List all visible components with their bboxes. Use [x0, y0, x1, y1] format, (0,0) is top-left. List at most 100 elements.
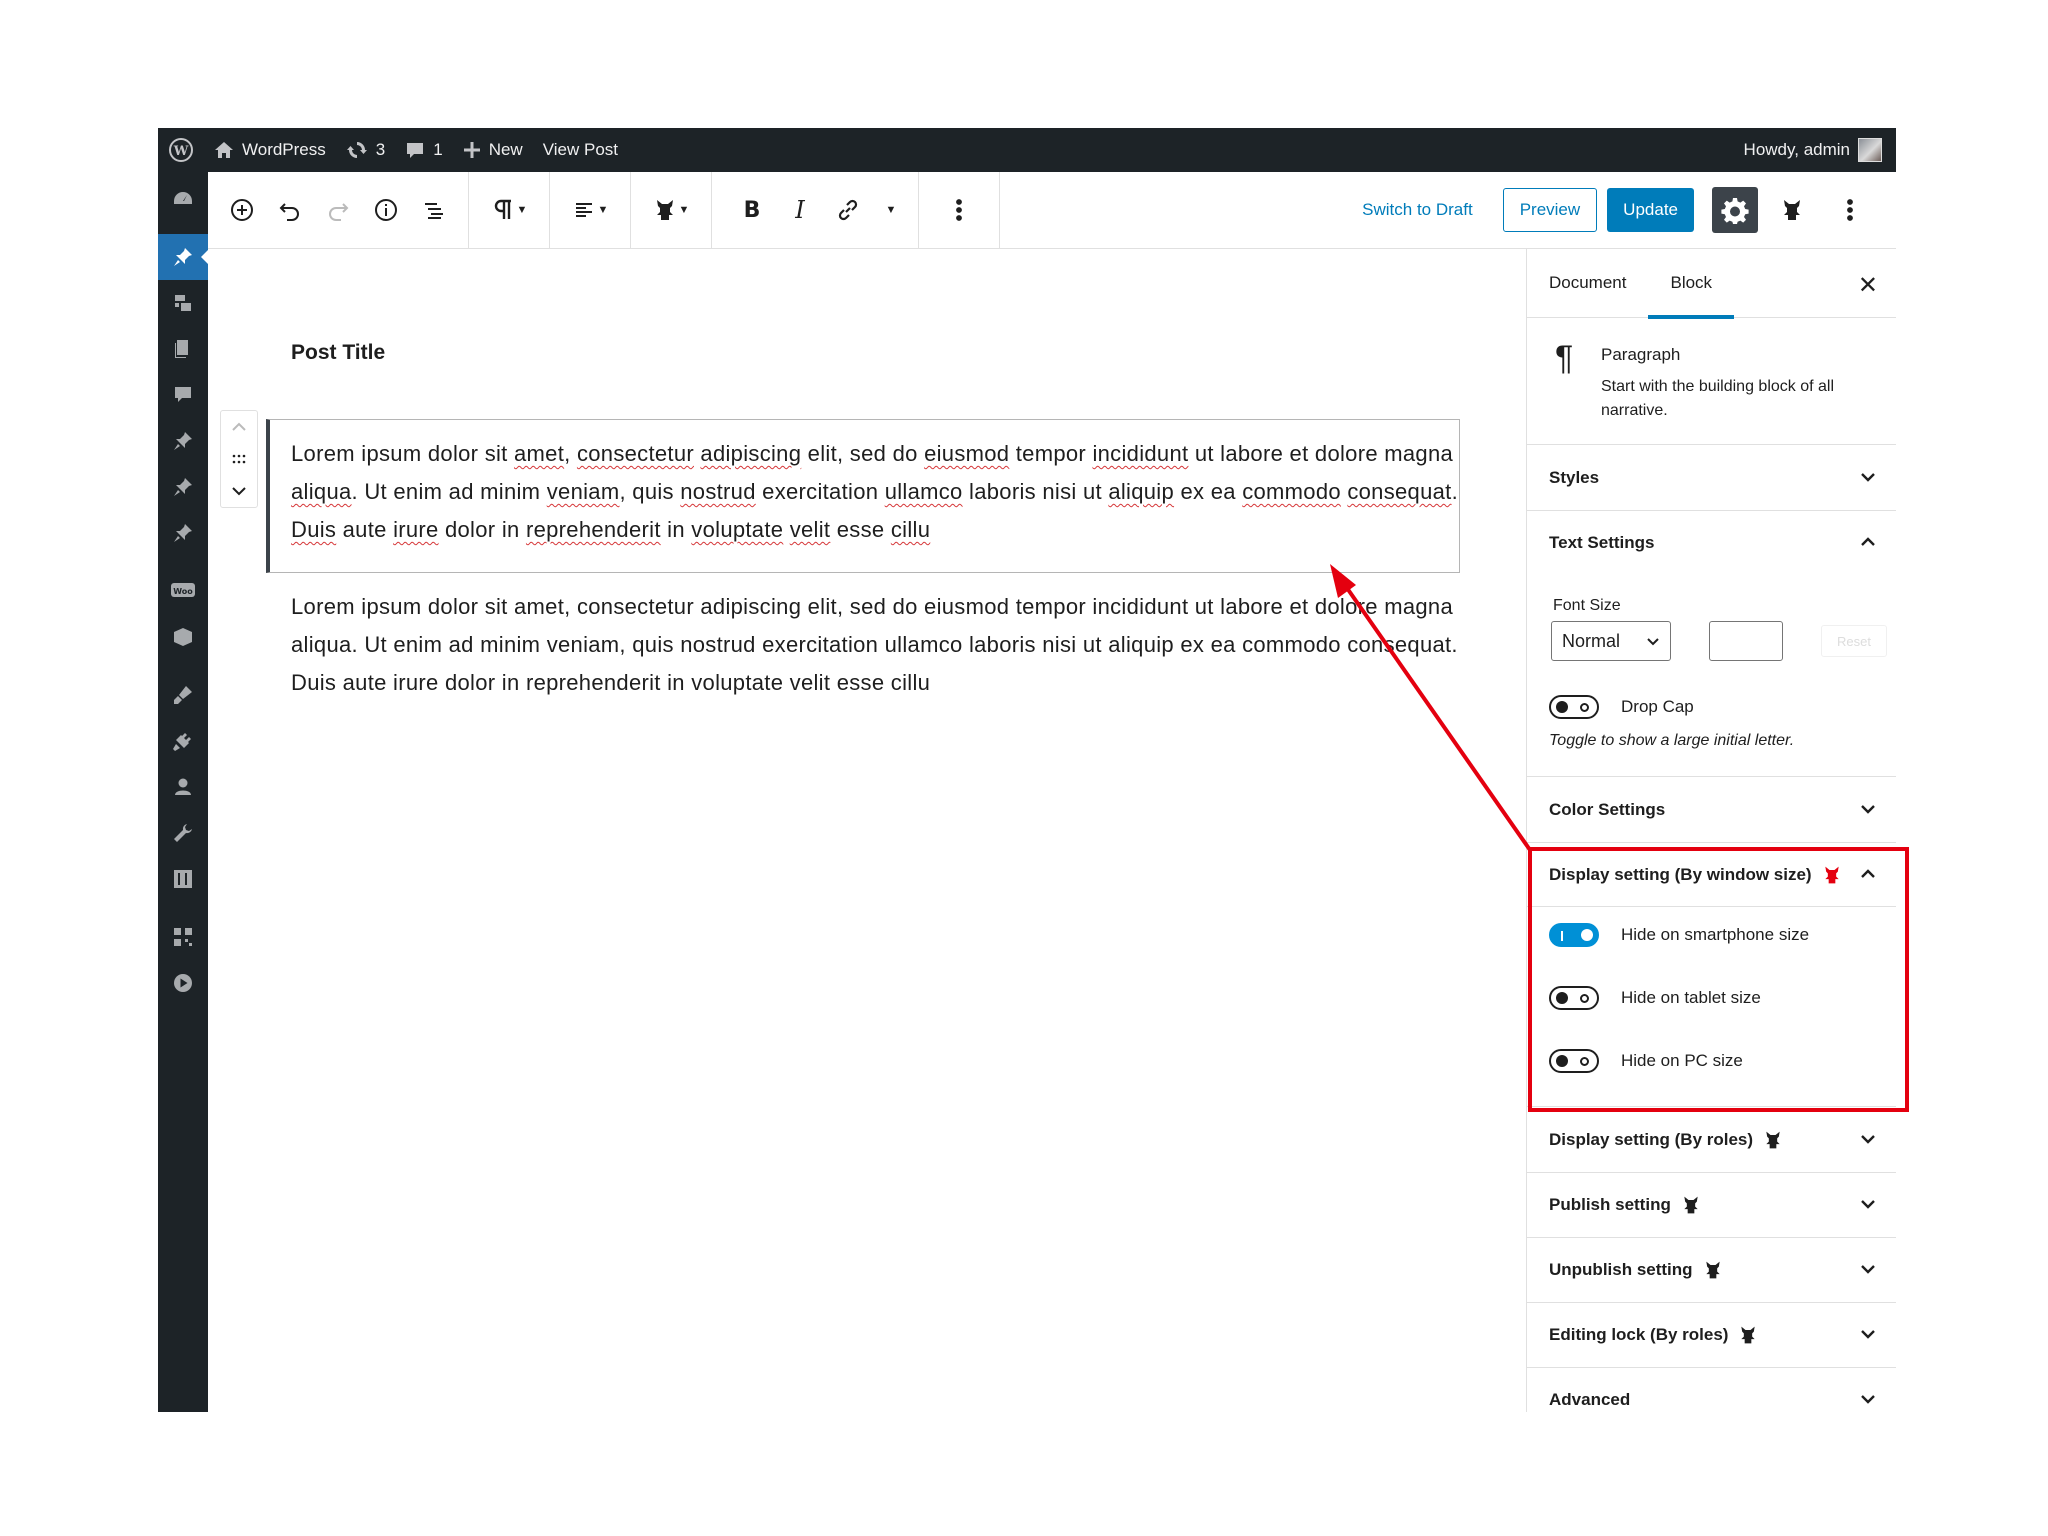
panel-editing-lock-toggle[interactable]: Editing lock (By roles): [1527, 1303, 1896, 1367]
settings-sliders-icon: [174, 870, 192, 888]
chevron-up-icon[interactable]: [231, 422, 247, 432]
menu-video[interactable]: [158, 960, 208, 1006]
annotation-highlight-box: [1528, 847, 1909, 1112]
play-icon: [174, 974, 192, 992]
block-more-options-button[interactable]: [935, 186, 983, 234]
updates-link[interactable]: 3: [336, 128, 395, 172]
extension-group: ▼: [631, 172, 712, 248]
menu-custom-2[interactable]: [158, 464, 208, 510]
plugin-sidebar-button[interactable]: [1768, 186, 1816, 234]
woocommerce-icon: Woo: [171, 583, 195, 597]
menu-pages[interactable]: [158, 326, 208, 372]
menu-custom-1[interactable]: [158, 418, 208, 464]
menu-posts[interactable]: [158, 234, 209, 280]
drop-cap-help: Toggle to show a large initial letter.: [1549, 732, 1795, 749]
update-button[interactable]: Update: [1607, 188, 1694, 232]
redo-button[interactable]: [314, 186, 362, 234]
panel-title: Text Settings: [1549, 533, 1655, 552]
box-icon: [174, 628, 192, 646]
svg-text:W: W: [173, 144, 189, 159]
panel-color-settings-toggle[interactable]: Color Settings: [1527, 778, 1896, 842]
font-size-select[interactable]: Normal: [1551, 621, 1671, 661]
extension-menu-button[interactable]: ▼: [641, 186, 701, 234]
pages-icon: [175, 340, 188, 358]
more-formats-button[interactable]: ▼: [872, 186, 908, 234]
tab-document[interactable]: Document: [1527, 249, 1648, 318]
drop-cap-label: Drop Cap: [1621, 697, 1694, 716]
panel-display-roles-toggle[interactable]: Display setting (By roles): [1527, 1108, 1896, 1172]
menu-users[interactable]: [158, 764, 208, 810]
chevron-down-icon: [1861, 1200, 1875, 1209]
comments-link[interactable]: 1: [395, 128, 452, 172]
more-tools-button[interactable]: [1826, 186, 1874, 234]
panel-publish-toggle[interactable]: Publish setting: [1527, 1173, 1896, 1237]
updates-icon: [346, 142, 367, 158]
brush-icon: [174, 686, 192, 704]
chevron-down-icon: [1861, 1330, 1875, 1339]
block-navigation-button[interactable]: [410, 186, 458, 234]
close-icon[interactable]: ✕: [1858, 271, 1878, 300]
menu-comments[interactable]: [158, 372, 208, 418]
panel-text-settings-toggle[interactable]: Text Settings: [1527, 511, 1896, 575]
user-icon: [175, 778, 191, 795]
panel-unpublish-toggle[interactable]: Unpublish setting: [1527, 1238, 1896, 1302]
new-label: New: [488, 140, 523, 159]
avatar: [1858, 138, 1882, 162]
panel-styles-toggle[interactable]: Styles: [1527, 446, 1896, 510]
settings-toggle-button[interactable]: [1712, 187, 1758, 233]
italic-button[interactable]: I: [776, 186, 824, 234]
menu-blocks[interactable]: [158, 914, 208, 960]
menu-settings[interactable]: [158, 856, 208, 902]
switch-to-draft-button[interactable]: Switch to Draft: [1342, 200, 1493, 220]
chevron-down-icon[interactable]: [231, 486, 247, 496]
view-post-link[interactable]: View Post: [533, 128, 628, 172]
site-name-link[interactable]: WordPress: [204, 128, 336, 172]
drag-handle-icon[interactable]: [232, 454, 246, 464]
new-content-link[interactable]: New: [453, 128, 533, 172]
italic-icon: I: [795, 196, 805, 224]
pin-icon: [174, 478, 192, 496]
monster-icon: [1741, 1326, 1756, 1344]
panel-publish: Publish setting: [1527, 1173, 1896, 1238]
font-size-label: Font Size: [1553, 597, 1621, 614]
block-description: Start with the building block of all nar…: [1601, 378, 1835, 419]
block-type-group: ▼: [469, 172, 550, 248]
monster-icon: [1784, 200, 1800, 220]
panel-color-settings: Color Settings: [1527, 778, 1896, 843]
account-menu[interactable]: Howdy, admin: [1734, 128, 1896, 172]
custom-font-size-input[interactable]: [1709, 621, 1783, 661]
chevron-down-icon: [1861, 805, 1875, 814]
menu-dashboard[interactable]: [158, 176, 208, 222]
panel-title: Publish setting: [1549, 1195, 1671, 1214]
undo-button[interactable]: [266, 186, 314, 234]
menu-media[interactable]: [158, 280, 208, 326]
content-info-button[interactable]: [362, 186, 410, 234]
paragraph-block-selected[interactable]: Lorem ipsum dolor sit amet, consectetur …: [291, 435, 1461, 549]
pin-icon: [174, 248, 192, 266]
admin-menu: Woo: [158, 172, 209, 1412]
align-left-icon: [575, 203, 592, 217]
menu-plugins[interactable]: [158, 718, 208, 764]
paragraph-block[interactable]: Lorem ipsum dolor sit amet, consectetur …: [291, 588, 1461, 702]
menu-appearance[interactable]: [158, 672, 208, 718]
bold-button[interactable]: B: [728, 186, 776, 234]
toolbar-main-group: [208, 172, 469, 248]
preview-button[interactable]: Preview: [1502, 188, 1598, 232]
pin-icon: [174, 432, 192, 450]
link-button[interactable]: [824, 186, 872, 234]
panel-advanced-toggle[interactable]: Advanced: [1527, 1368, 1896, 1412]
menu-tools[interactable]: [158, 810, 208, 856]
block-type-switcher[interactable]: ▼: [479, 186, 539, 234]
chevron-down-icon: ▼: [516, 204, 528, 216]
menu-custom-3[interactable]: [158, 510, 208, 556]
media-icon: [175, 295, 191, 311]
text-align-button[interactable]: ▼: [560, 186, 620, 234]
menu-products[interactable]: [158, 614, 208, 660]
add-block-button[interactable]: [218, 186, 266, 234]
font-size-reset-button[interactable]: Reset: [1821, 625, 1887, 657]
drop-cap-toggle[interactable]: [1549, 695, 1599, 719]
post-title[interactable]: Post Title: [291, 341, 385, 365]
tab-block[interactable]: Block: [1648, 249, 1734, 319]
wp-logo-menu[interactable]: W: [158, 128, 204, 172]
menu-woocommerce[interactable]: Woo: [158, 568, 208, 614]
